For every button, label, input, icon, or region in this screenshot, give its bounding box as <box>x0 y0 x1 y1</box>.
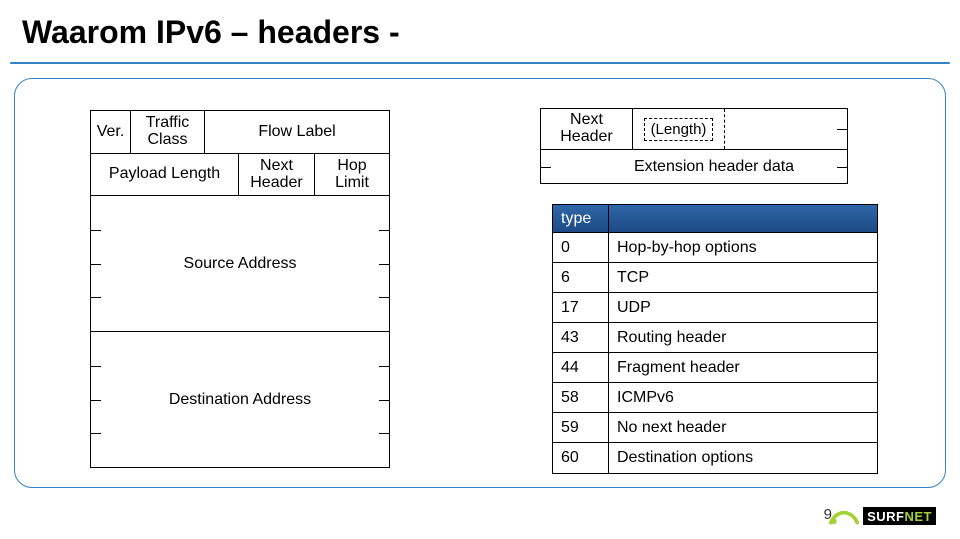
type-table-header: type <box>553 205 877 233</box>
title-underline <box>10 62 950 64</box>
type-table: type 0 Hop-by-hop options 6 TCP 17 UDP 4… <box>552 204 878 474</box>
type-code: 58 <box>553 383 609 412</box>
table-row: 43 Routing header <box>553 323 877 353</box>
type-name: Fragment header <box>609 353 877 382</box>
title-bar: Waarom IPv6 – headers - <box>0 0 960 72</box>
type-col-header: type <box>553 205 609 232</box>
source-address-label: Source Address <box>184 255 297 273</box>
destination-address-label: Destination Address <box>169 391 311 409</box>
ipv6-header-diagram: Ver. Traffic Class Flow Label Payload Le… <box>90 110 390 468</box>
field-destination-address: Destination Address <box>91 331 389 467</box>
page-title: Waarom IPv6 – headers - <box>0 0 960 51</box>
table-row: 0 Hop-by-hop options <box>553 233 877 263</box>
table-row: 44 Fragment header <box>553 353 877 383</box>
slide: Waarom IPv6 – headers - Ver. Traffic Cla… <box>0 0 960 539</box>
field-source-address: Source Address <box>91 195 389 331</box>
type-col-header-2 <box>609 205 877 232</box>
table-row: 6 TCP <box>553 263 877 293</box>
type-code: 44 <box>553 353 609 382</box>
ext-field-length: (Length) <box>633 109 725 149</box>
field-hop-limit: Hop Limit <box>315 154 389 195</box>
logo-suffix: NET <box>905 509 933 524</box>
extension-header-diagram: Next Header (Length) Extension header da… <box>540 108 848 184</box>
table-row: 59 No next header <box>553 413 877 443</box>
field-flow-label: Flow Label <box>205 111 389 153</box>
type-code: 6 <box>553 263 609 292</box>
type-name: TCP <box>609 263 877 292</box>
type-code: 60 <box>553 443 609 473</box>
type-name: ICMPv6 <box>609 383 877 412</box>
table-row: 17 UDP <box>553 293 877 323</box>
ext-field-rest <box>725 109 847 149</box>
type-name: Hop-by-hop options <box>609 233 877 262</box>
logo-swoosh-icon <box>829 505 859 527</box>
table-row: 58 ICMPv6 <box>553 383 877 413</box>
ext-length-label: (Length) <box>644 118 714 141</box>
type-code: 17 <box>553 293 609 322</box>
ext-field-next-header: Next Header <box>541 109 633 149</box>
logo-brand: SURF <box>867 509 904 524</box>
type-name: Destination options <box>609 443 877 473</box>
field-version: Ver. <box>91 111 131 153</box>
field-payload-length: Payload Length <box>91 154 239 195</box>
type-code: 59 <box>553 413 609 442</box>
ext-data-label: Extension header data <box>634 158 794 176</box>
type-code: 43 <box>553 323 609 352</box>
type-name: UDP <box>609 293 877 322</box>
ext-field-data-row: Extension header data <box>541 149 847 183</box>
field-traffic-class: Traffic Class <box>131 111 205 153</box>
type-name: No next header <box>609 413 877 442</box>
field-next-header: Next Header <box>239 154 315 195</box>
type-code: 0 <box>553 233 609 262</box>
logo-text: SURFNET <box>863 507 936 525</box>
brand-logo: SURFNET <box>829 503 936 529</box>
table-row: 60 Destination options <box>553 443 877 473</box>
type-name: Routing header <box>609 323 877 352</box>
